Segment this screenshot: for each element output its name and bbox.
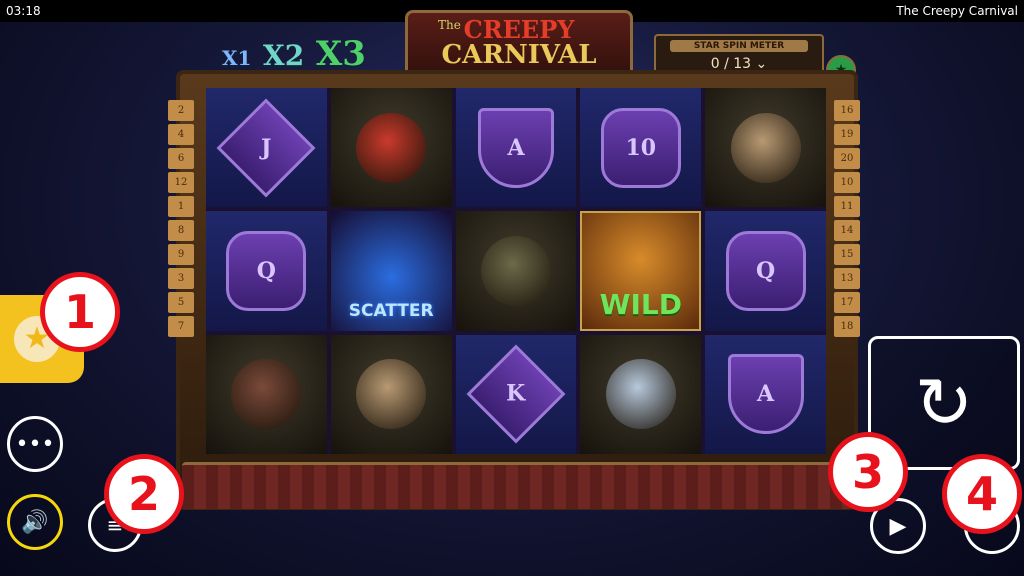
reel-symbol: A: [455, 88, 577, 208]
reel-symbol: [330, 334, 452, 454]
reel-symbol: J: [206, 88, 327, 208]
payline-marker: 7: [168, 316, 194, 337]
reel-symbol: [580, 334, 702, 454]
payline-marker: 20: [834, 148, 860, 169]
payline-marker: 12: [168, 172, 194, 193]
annotation-2: 2: [104, 454, 184, 534]
reel-symbol: WILD: [580, 211, 702, 331]
reel-symbol: [705, 88, 826, 208]
badge-symbol: 10: [600, 107, 681, 188]
scatter-symbol: SCATTER: [348, 300, 434, 321]
wild-symbol: WILD: [599, 287, 682, 321]
reel-symbol: Q: [206, 211, 327, 331]
volume-icon: 🔊: [21, 509, 49, 535]
character-symbol: [356, 359, 427, 430]
card-symbol: J: [216, 98, 316, 198]
payline-marker: 18: [834, 316, 860, 337]
paylines-right: 16 19 20 10 11 14 15 13 17 18: [834, 100, 860, 337]
more-horizontal-icon: •••: [15, 431, 55, 457]
payline-marker: 6: [168, 148, 194, 169]
character-symbol: [605, 359, 676, 430]
payline-marker: 19: [834, 124, 860, 145]
payline-marker: 2: [168, 100, 194, 121]
badge-symbol: Q: [226, 230, 307, 311]
star-meter-label: STAR SPIN METER: [670, 40, 808, 52]
shield-symbol: A: [477, 107, 554, 188]
payline-marker: 8: [168, 220, 194, 241]
payline-marker: 11: [834, 196, 860, 217]
reel-symbol: [330, 88, 452, 208]
logo-carnival: CARNIVAL: [441, 40, 597, 70]
payline-marker: 14: [834, 220, 860, 241]
reel-symbol: 10: [580, 88, 702, 208]
play-icon: ▶: [889, 513, 907, 539]
multiplier-x3: X3: [315, 34, 366, 74]
character-symbol: [480, 235, 551, 306]
payline-marker: 5: [168, 292, 194, 313]
stage-curtain: [182, 462, 852, 509]
character-symbol: [231, 359, 302, 430]
reel-symbol: SCATTER: [330, 211, 452, 331]
app-title: The Creepy Carnival: [896, 4, 1018, 18]
payline-marker: 10: [834, 172, 860, 193]
character-symbol: [356, 112, 427, 183]
payline-marker: 3: [168, 268, 194, 289]
paylines-left: 2 4 6 12 1 8 9 3 5 7: [168, 100, 194, 337]
clock: 03:18: [6, 4, 41, 18]
payline-marker: 13: [834, 268, 860, 289]
annotation-4: 4: [942, 454, 1022, 534]
badge-symbol: Q: [725, 230, 806, 311]
reel-symbol: K: [455, 334, 577, 454]
payline-marker: 4: [168, 124, 194, 145]
sound-button[interactable]: 🔊: [7, 494, 63, 550]
spin-refresh-icon: ↻: [914, 362, 974, 444]
shield-symbol: A: [727, 354, 804, 435]
payline-marker: 9: [168, 244, 194, 265]
annotation-3: 3: [828, 432, 908, 512]
menu-button[interactable]: •••: [7, 416, 63, 472]
payline-marker: 17: [834, 292, 860, 313]
character-symbol: [730, 112, 801, 183]
annotation-1: 1: [40, 272, 120, 352]
multiplier-bar: X1 X2 X3: [222, 34, 372, 74]
multiplier-x2: X2: [263, 39, 305, 72]
reel-symbol: Q: [705, 211, 826, 331]
payline-marker: 16: [834, 100, 860, 121]
payline-marker: 15: [834, 244, 860, 265]
reel-symbol: [206, 334, 327, 454]
card-symbol: K: [466, 344, 566, 444]
reel-symbol: A: [705, 334, 826, 454]
logo-the: The: [438, 18, 461, 32]
reel-symbol: [455, 211, 577, 331]
multiplier-x1: X1: [222, 46, 252, 70]
reel-grid: J A 10 Q SCATTER WILD Q K A: [206, 88, 826, 454]
payline-marker: 1: [168, 196, 194, 217]
